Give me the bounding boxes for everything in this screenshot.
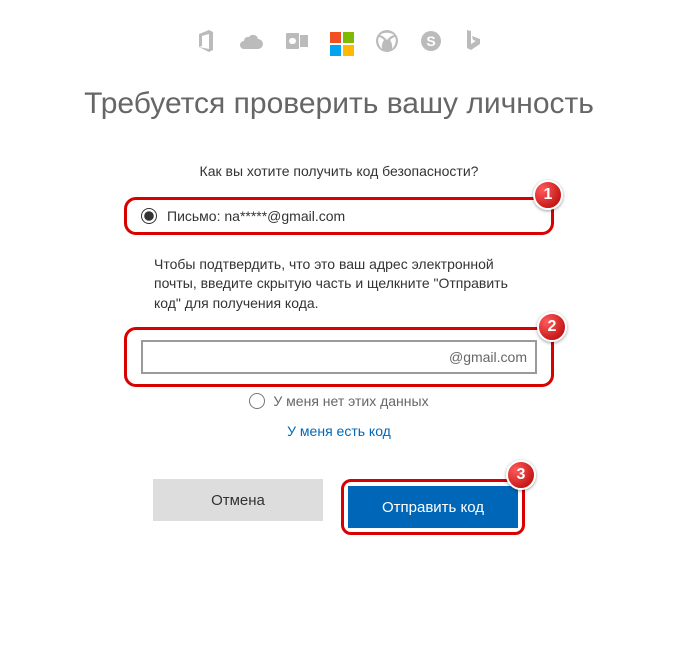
svg-text:S: S xyxy=(426,33,435,49)
email-radio[interactable] xyxy=(141,208,157,224)
xbox-icon xyxy=(376,30,398,57)
brand-icon-row: S xyxy=(60,30,618,57)
instructions-text: Чтобы подтвердить, что это ваш адрес эле… xyxy=(154,255,524,314)
email-hidden-part-input[interactable] xyxy=(141,340,537,374)
step-badge-1: 1 xyxy=(533,180,563,210)
button-row: Отмена 3 Отправить код xyxy=(60,479,618,535)
microsoft-logo-icon xyxy=(330,32,354,56)
skype-icon: S xyxy=(420,30,442,57)
no-data-radio[interactable] xyxy=(249,393,265,409)
email-input-callout: 2 xyxy=(124,327,554,387)
step-badge-3: 3 xyxy=(506,460,536,490)
onedrive-icon xyxy=(238,32,264,55)
have-code-link[interactable]: У меня есть код xyxy=(287,423,391,439)
email-radio-option[interactable]: Письмо: na*****@gmail.com xyxy=(141,208,537,224)
send-code-button[interactable]: Отправить код xyxy=(348,486,518,528)
email-radio-label: Письмо: na*****@gmail.com xyxy=(167,208,345,224)
bing-icon xyxy=(464,30,482,57)
email-option-callout: 1 Письмо: na*****@gmail.com xyxy=(124,197,554,235)
office-icon xyxy=(196,30,216,57)
step-badge-2: 2 xyxy=(537,312,567,342)
prompt-text: Как вы хотите получить код безопасности? xyxy=(60,163,618,179)
send-button-callout: 3 Отправить код xyxy=(341,479,525,535)
no-data-option[interactable]: У меня нет этих данных xyxy=(60,393,618,409)
cancel-button[interactable]: Отмена xyxy=(153,479,323,521)
page-title: Требуется проверить вашу личность xyxy=(60,85,618,123)
outlook-icon xyxy=(286,31,308,56)
no-data-label: У меня нет этих данных xyxy=(273,393,428,409)
